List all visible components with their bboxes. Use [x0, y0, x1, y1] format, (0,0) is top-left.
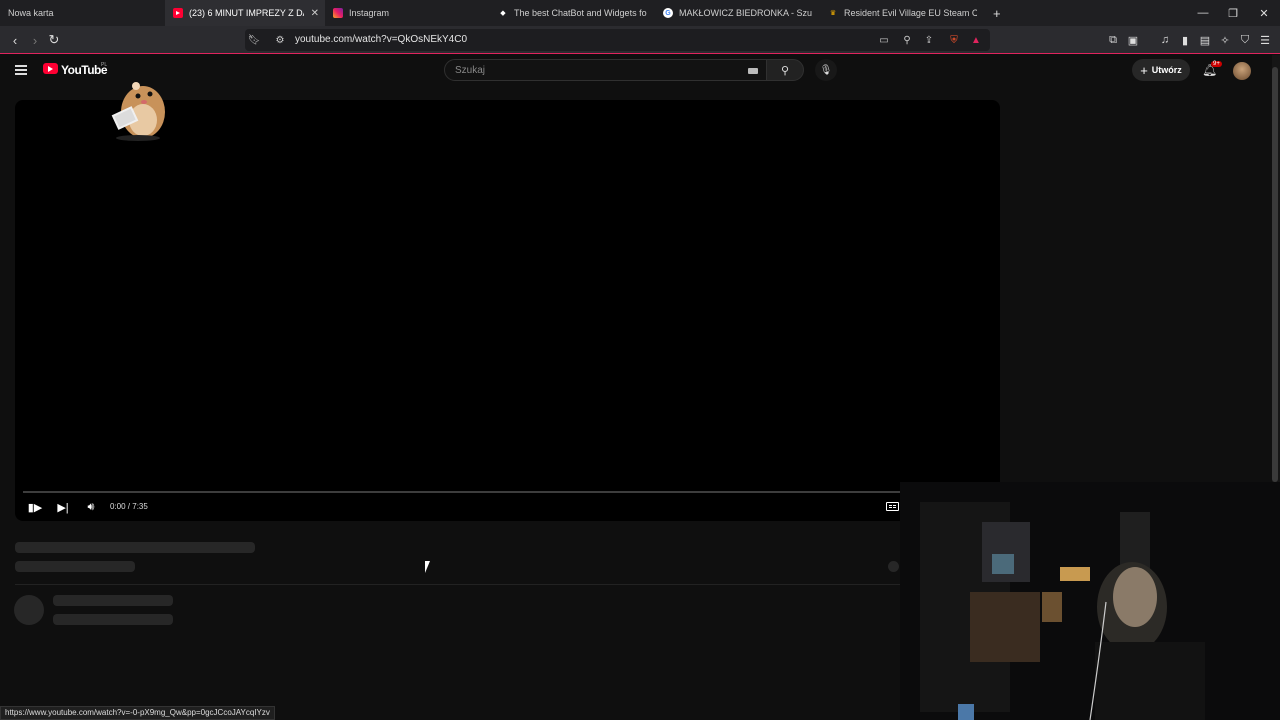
channel-name-skeleton [53, 595, 173, 606]
site-info-icon[interactable]: ⚙︎ [273, 33, 287, 47]
bookmark-icon[interactable]: 🔖︎ [247, 33, 261, 47]
brave-shield-icon[interactable]: ⛨ [947, 33, 961, 47]
youtube-logo-icon[interactable] [43, 63, 58, 74]
minimize-icon[interactable]: — [1188, 0, 1218, 26]
notification-badge: 9+ [1211, 61, 1222, 67]
cast-icon[interactable]: ▭ [877, 33, 891, 47]
sidebar-icon[interactable]: ▮ [1178, 33, 1192, 47]
scrollbar-thumb[interactable] [1272, 67, 1278, 482]
tab-strip: Nowa karta (23) 6 MINUT IMPREZY Z DAWID … [0, 0, 1280, 26]
create-label: Utwórz [1151, 65, 1182, 75]
guide-menu-icon[interactable] [15, 65, 27, 75]
search-placeholder: Szukaj [455, 65, 486, 76]
vpn-shield-icon[interactable]: ⛉ [1238, 33, 1252, 47]
divider [15, 584, 900, 585]
time-display: 0:00 / 7:35 [110, 502, 148, 511]
tab-resident-evil[interactable]: ♛ Resident Evil Village EU Steam CD Ke [820, 0, 985, 26]
crown-icon: ♛ [829, 10, 837, 17]
tab-label: MAKŁOWICZ BIEDRONKA - Szukaj w [679, 8, 812, 18]
subtitle-skeleton [15, 561, 135, 572]
restore-icon[interactable]: ❐ [1218, 0, 1248, 26]
screenshot-icon[interactable]: ▣ [1126, 33, 1140, 47]
action-skeleton [888, 561, 899, 572]
tab-label: (23) 6 MINUT IMPREZY Z DAWID [189, 8, 304, 18]
new-tab-button[interactable]: + [985, 0, 1007, 26]
close-window-icon[interactable]: ✕ [1249, 0, 1279, 26]
mouse-cursor [425, 561, 435, 573]
channel-avatar-skeleton [14, 595, 44, 625]
music-icon[interactable]: ♫ [1158, 33, 1172, 47]
back-icon[interactable]: ‹ [7, 32, 23, 48]
volume-icon[interactable]: 🔊︎ [84, 499, 98, 515]
search-input[interactable]: Szukaj [444, 59, 767, 81]
play-pause-icon[interactable]: ▮▶︎ [27, 499, 43, 515]
diamond-icon: ◆ [500, 10, 506, 17]
tab-instagram[interactable]: Instagram [325, 0, 490, 26]
keyboard-icon[interactable] [748, 68, 758, 74]
tab-new-tab[interactable]: Nowa karta [0, 0, 165, 26]
microphone-icon: 🎙︎ [819, 64, 833, 76]
ai-sparkle-icon[interactable]: ✧ [1218, 33, 1232, 47]
next-video-icon[interactable]: ▶︎| [56, 499, 70, 515]
channel-subs-skeleton [53, 614, 173, 625]
forward-icon[interactable]: › [27, 32, 43, 48]
tab-label: Resident Evil Village EU Steam CD Ke [844, 8, 977, 18]
hamster-overlay-image [111, 82, 165, 141]
youtube-header: YouTube PL Szukaj ⚲ 🎙︎ + Utwórz 🔔︎ 9+ [0, 55, 1272, 87]
link-status-bar: https://www.youtube.com/watch?v=-0-pX9mg… [0, 706, 275, 720]
title-skeleton [15, 542, 255, 553]
tab-label: Instagram [349, 8, 390, 18]
instagram-icon [333, 8, 343, 18]
tab-chatbot[interactable]: ◆ The best ChatBot and Widgets for Ki [490, 0, 655, 26]
menu-icon[interactable]: ☰ [1258, 33, 1272, 47]
progress-bar[interactable] [23, 491, 992, 493]
avatar[interactable] [1233, 62, 1251, 80]
search-icon: ⚲ [780, 64, 790, 77]
search-button[interactable]: ⚲ [766, 59, 804, 81]
tab-label: The best ChatBot and Widgets for Ki [514, 8, 647, 18]
google-icon: G [663, 8, 673, 18]
subtitles-icon[interactable] [886, 502, 899, 511]
rewards-icon[interactable]: ▲ [969, 33, 983, 47]
tab-google-search[interactable]: G MAKŁOWICZ BIEDRONKA - Szukaj w [655, 0, 820, 26]
tab-youtube[interactable]: (23) 6 MINUT IMPREZY Z DAWID ✕ [165, 0, 325, 26]
close-tab-icon[interactable]: ✕ [311, 8, 319, 19]
country-code: PL [101, 62, 108, 68]
plus-icon: + [1140, 62, 1148, 78]
webcam-overlay [900, 482, 1280, 720]
share-icon[interactable]: ⇪ [922, 33, 936, 47]
zoom-icon[interactable]: ⚲ [900, 33, 914, 47]
reload-icon[interactable]: ↻ [46, 32, 62, 48]
address-toolbar: ‹ › ↻ 🔖︎ ⚙︎ youtube.com/watch?v=QkOsNEkY… [0, 26, 1280, 54]
voice-search-button[interactable]: 🎙︎ [815, 59, 837, 81]
extensions-icon[interactable]: ⧉ [1106, 33, 1120, 47]
create-button[interactable]: + Utwórz [1132, 59, 1190, 81]
url-bar[interactable]: 🔖︎ ⚙︎ youtube.com/watch?v=QkOsNEkY4C0 ▭ … [245, 29, 990, 51]
youtube-icon [173, 8, 183, 18]
tab-label: Nowa karta [8, 8, 54, 18]
url-text[interactable]: youtube.com/watch?v=QkOsNEkY4C0 [295, 34, 467, 45]
wallet-icon[interactable]: ▤ [1198, 33, 1212, 47]
video-player[interactable]: ▮▶︎ ▶︎| 🔊︎ 0:00 / 7:35 [15, 100, 1000, 521]
